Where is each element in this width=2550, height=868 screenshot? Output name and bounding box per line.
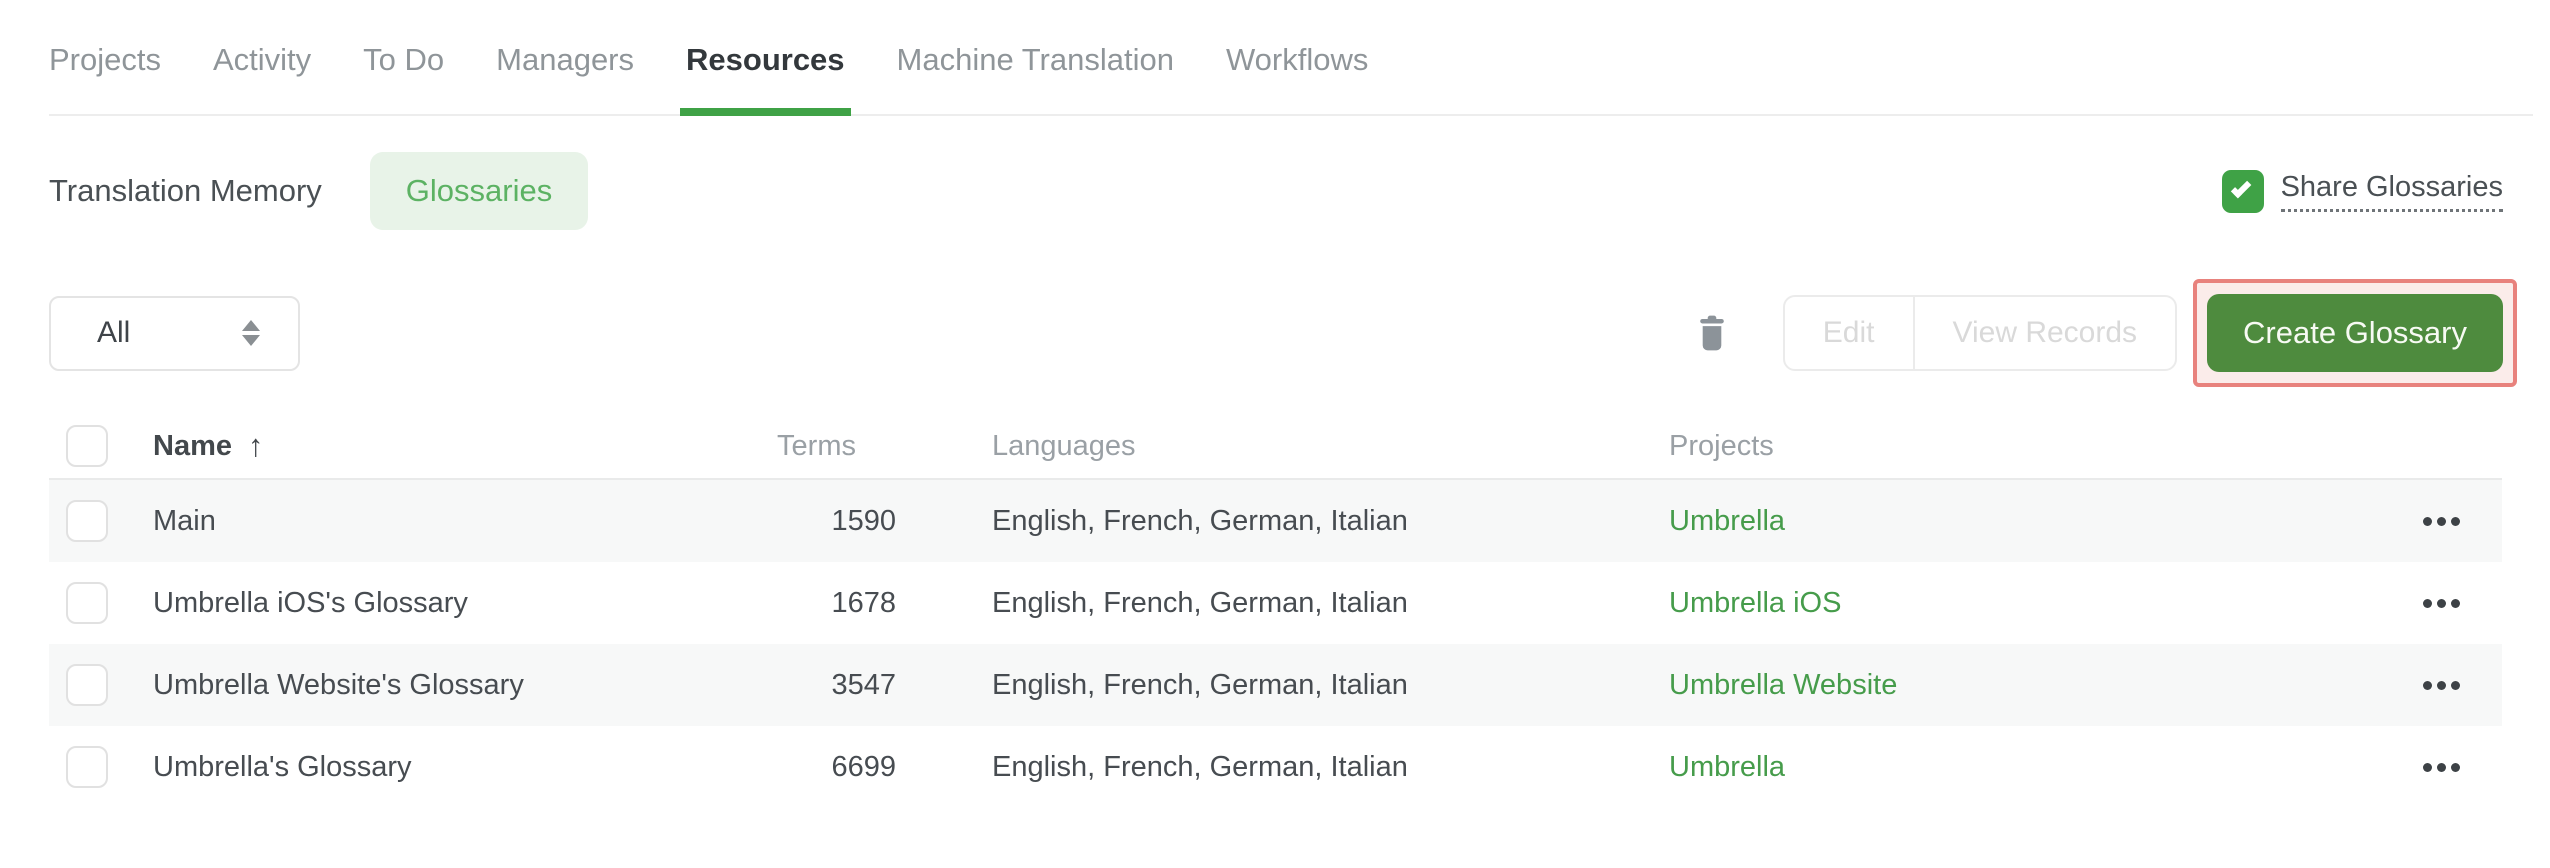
project-link[interactable]: Umbrella <box>1669 751 2380 784</box>
table-row[interactable]: Umbrella iOS's Glossary 1678 English, Fr… <box>49 562 2502 644</box>
column-header-projects: Projects <box>1669 429 1774 462</box>
name-header-label: Name <box>153 429 232 462</box>
header-checkbox-cell <box>49 425 153 467</box>
table-header-row: Name Terms Languages Projects <box>49 414 2502 480</box>
subtab-translation-memory[interactable]: Translation Memory <box>49 173 322 209</box>
column-header-name[interactable]: Name <box>153 428 660 464</box>
row-checkbox[interactable] <box>66 500 108 542</box>
sort-ascending-icon <box>248 428 264 464</box>
column-header-terms: Terms <box>777 429 856 462</box>
kebab-menu-icon[interactable] <box>2380 680 2502 690</box>
share-glossaries-label[interactable]: Share Glossaries <box>2280 171 2503 212</box>
view-records-button[interactable]: View Records <box>1912 297 2176 369</box>
terms-count: 1590 <box>831 504 896 537</box>
filter-dropdown[interactable]: All <box>49 295 300 371</box>
glossary-name: Umbrella iOS's Glossary <box>153 586 468 619</box>
kebab-menu-icon[interactable] <box>2380 598 2502 608</box>
tab-resources[interactable]: Resources <box>680 42 851 116</box>
glossary-name: Umbrella Website's Glossary <box>153 668 524 701</box>
trash-icon <box>1700 315 1724 351</box>
glossaries-table: Name Terms Languages Projects Main 1590 … <box>49 414 2502 808</box>
languages-list: English, French, German, Italian <box>992 504 1408 537</box>
selection-action-group: Edit View Records <box>1782 295 2178 371</box>
glossary-name: Umbrella's Glossary <box>153 750 412 783</box>
languages-list: English, French, German, Italian <box>992 586 1408 619</box>
glossary-name: Main <box>153 504 216 537</box>
subnav-tabs: Translation Memory Glossaries <box>49 152 589 230</box>
create-glossary-highlight-annotation: Create Glossary <box>2193 279 2517 387</box>
share-glossaries-checkbox[interactable] <box>2221 169 2264 213</box>
tab-activity[interactable]: Activity <box>213 42 311 114</box>
project-link[interactable]: Umbrella <box>1669 505 2380 538</box>
table-row[interactable]: Main 1590 English, French, German, Itali… <box>49 480 2502 562</box>
table-row[interactable]: Umbrella's Glossary 6699 English, French… <box>49 726 2502 808</box>
table-row[interactable]: Umbrella Website's Glossary 3547 English… <box>49 644 2502 726</box>
checkmark-icon <box>2230 177 2252 199</box>
tab-projects[interactable]: Projects <box>49 42 161 114</box>
project-link[interactable]: Umbrella Website <box>1669 669 2380 702</box>
terms-count: 3547 <box>831 668 896 701</box>
kebab-menu-icon[interactable] <box>2380 762 2502 772</box>
kebab-menu-icon[interactable] <box>2380 516 2502 526</box>
tab-to-do[interactable]: To Do <box>363 42 444 114</box>
row-checkbox[interactable] <box>66 582 108 624</box>
glossaries-toolbar: All Edit View Records Create Glossary <box>49 278 2517 388</box>
languages-list: English, French, German, Italian <box>992 668 1408 701</box>
toolbar-actions: Edit View Records Create Glossary <box>1697 279 2517 387</box>
terms-count: 1678 <box>831 586 896 619</box>
project-link[interactable]: Umbrella iOS <box>1669 587 2380 620</box>
create-glossary-button[interactable]: Create Glossary <box>2207 294 2503 372</box>
delete-glossary-button[interactable] <box>1697 315 1727 351</box>
filter-dropdown-value: All <box>97 316 131 349</box>
share-glossaries-toggle[interactable]: Share Glossaries <box>2221 169 2503 213</box>
terms-count: 6699 <box>831 750 896 783</box>
up-down-arrows-icon <box>242 320 260 346</box>
row-checkbox[interactable] <box>66 746 108 788</box>
column-header-languages: Languages <box>992 429 1136 462</box>
tab-machine-translation[interactable]: Machine Translation <box>897 42 1174 114</box>
subtab-glossaries[interactable]: Glossaries <box>369 152 589 230</box>
languages-list: English, French, German, Italian <box>992 750 1408 783</box>
resources-subnav: Translation Memory Glossaries Share Glos… <box>49 152 2503 230</box>
row-checkbox[interactable] <box>66 664 108 706</box>
tab-managers[interactable]: Managers <box>496 42 634 114</box>
main-tab-bar: Projects Activity To Do Managers Resourc… <box>49 0 2533 116</box>
select-all-checkbox[interactable] <box>66 425 108 467</box>
edit-button[interactable]: Edit <box>1785 297 1913 369</box>
tab-workflows[interactable]: Workflows <box>1226 42 1368 114</box>
